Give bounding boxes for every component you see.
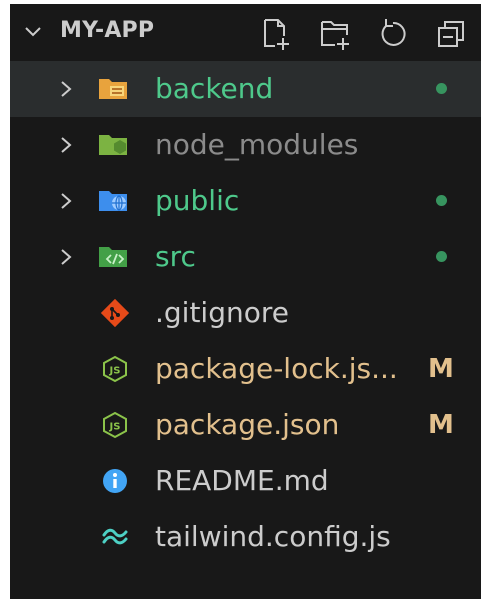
nodejs-icon: JS (103, 411, 127, 439)
explorer-title: MY-APP (60, 18, 155, 43)
tree-item-backend[interactable]: backend (10, 61, 481, 117)
git-status-dot (436, 83, 447, 94)
tree-item-package-lock[interactable]: JS package-lock.js... M (10, 341, 481, 397)
chevron-down-icon[interactable] (24, 25, 42, 39)
tree-item-label: README.md (155, 464, 329, 497)
tree-item-label: node_modules (155, 128, 359, 161)
folder-backend-icon (99, 79, 127, 99)
svg-text:JS: JS (109, 366, 121, 377)
chevron-right-icon[interactable] (60, 192, 72, 210)
folder-node-icon (99, 135, 127, 155)
folder-public-icon (99, 191, 127, 211)
git-modified-badge: M (428, 410, 454, 440)
tree-item-readme[interactable]: README.md (10, 453, 481, 509)
new-file-icon[interactable] (259, 14, 293, 52)
tree-item-public[interactable]: public (10, 173, 481, 229)
tree-item-label: public (155, 184, 240, 217)
git-modified-badge: M (428, 354, 454, 384)
tree-item-package-json[interactable]: JS package.json M (10, 397, 481, 453)
tree-item-label: tailwind.config.js (155, 520, 391, 553)
tree-item-node-modules[interactable]: node_modules (10, 117, 481, 173)
git-status-dot (436, 195, 447, 206)
chevron-right-icon[interactable] (60, 248, 72, 266)
refresh-icon[interactable] (376, 14, 410, 52)
explorer-panel: MY-APP backend node_modules public src .… (10, 4, 481, 599)
explorer-header[interactable]: MY-APP (10, 4, 481, 58)
tree-item-label: backend (155, 72, 274, 105)
tree-item-label: .gitignore (155, 296, 289, 329)
svg-text:JS: JS (109, 422, 121, 433)
new-folder-icon[interactable] (318, 14, 352, 52)
info-icon (103, 469, 127, 493)
tree-item-tailwind-config[interactable]: tailwind.config.js (10, 509, 481, 565)
git-icon (100, 299, 130, 327)
collapse-all-icon[interactable] (434, 14, 468, 52)
tree-item-label: package.json (155, 408, 340, 441)
chevron-right-icon[interactable] (60, 80, 72, 98)
folder-src-icon (99, 247, 127, 267)
git-status-dot (436, 251, 447, 262)
tree-item-label: package-lock.js... (155, 352, 398, 385)
chevron-right-icon[interactable] (60, 136, 72, 154)
tree-item-src[interactable]: src (10, 229, 481, 285)
tree-item-label: src (155, 240, 196, 273)
tree-item-gitignore[interactable]: .gitignore (10, 285, 481, 341)
nodejs-icon: JS (103, 355, 127, 383)
tailwind-icon (102, 528, 128, 545)
